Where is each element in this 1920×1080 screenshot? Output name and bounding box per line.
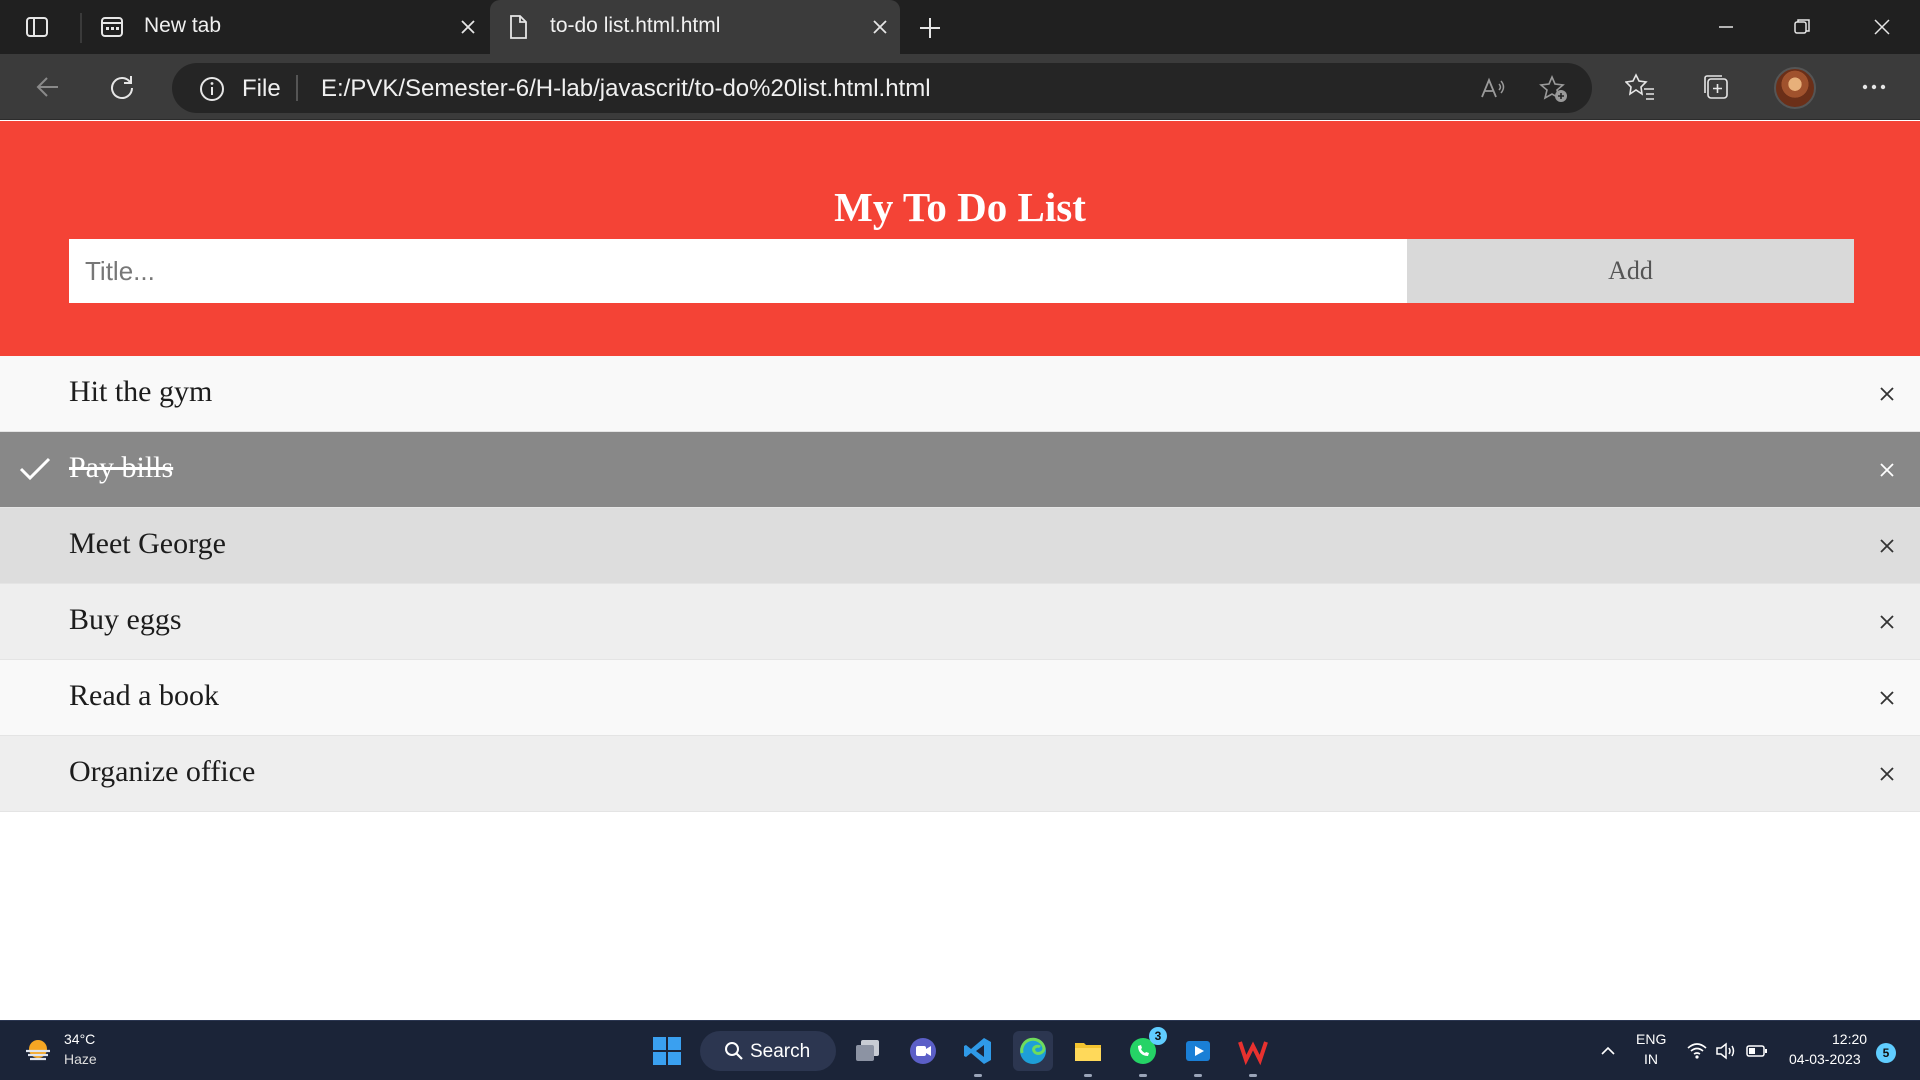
wps-office-icon[interactable] — [1233, 1031, 1273, 1077]
read-aloud-icon[interactable] — [1478, 74, 1508, 104]
taskbar-search[interactable]: Search — [700, 1031, 836, 1071]
more-menu-icon[interactable] — [1856, 69, 1892, 105]
restore-icon[interactable] — [1782, 10, 1822, 44]
weather-temperature[interactable]: 34°C — [64, 1031, 95, 1047]
list-item[interactable]: Pay bills — [0, 432, 1920, 508]
close-icon[interactable] — [866, 13, 894, 41]
address-url[interactable]: E:/PVK/Semester-6/H-lab/javascrit/to-do%… — [321, 75, 931, 103]
close-icon[interactable] — [1872, 455, 1902, 485]
close-icon[interactable] — [1872, 379, 1902, 409]
add-button[interactable]: Add — [1407, 239, 1854, 303]
todo-header: My To Do List Add — [0, 121, 1920, 356]
new-tab-plus-icon[interactable] — [914, 12, 946, 44]
todo-list: Hit the gym Pay bills Meet George Buy eg… — [0, 356, 1920, 812]
volume-icon[interactable] — [1714, 1039, 1738, 1063]
item-text: Meet George — [69, 527, 226, 560]
start-windows-icon[interactable] — [647, 1031, 687, 1071]
info-icon[interactable] — [198, 75, 226, 103]
notification-badge[interactable]: 5 — [1876, 1043, 1896, 1063]
chevron-up-icon[interactable] — [1596, 1039, 1620, 1063]
weather-haze-icon[interactable] — [22, 1035, 54, 1067]
minimize-icon[interactable] — [1706, 10, 1746, 44]
address-bar[interactable]: File E:/PVK/Semester-6/H-lab/javascrit/t… — [172, 63, 1592, 113]
language-indicator[interactable]: ENG — [1636, 1031, 1666, 1047]
item-text: Read a book — [69, 679, 219, 712]
profile-avatar[interactable] — [1774, 67, 1816, 109]
whatsapp-badge: 3 — [1149, 1027, 1167, 1045]
close-icon[interactable] — [1872, 531, 1902, 561]
wifi-icon[interactable] — [1685, 1039, 1709, 1063]
collections-icon[interactable] — [1698, 69, 1734, 105]
file-icon — [504, 13, 532, 41]
title-input[interactable] — [69, 239, 1407, 303]
item-text: Hit the gym — [69, 375, 213, 408]
list-item[interactable]: Read a book — [0, 660, 1920, 736]
tab-divider — [80, 13, 82, 43]
task-view-icon[interactable] — [848, 1031, 888, 1071]
language-region[interactable]: IN — [1644, 1051, 1658, 1067]
item-text: Pay bills — [69, 451, 174, 484]
new-tab-page-icon — [98, 13, 126, 41]
file-explorer-icon[interactable] — [1068, 1031, 1108, 1077]
window-close-icon[interactable] — [1862, 10, 1902, 44]
browser-tab-bar: New tab to-do list.html.html — [0, 0, 1920, 54]
browser-toolbar: File E:/PVK/Semester-6/H-lab/javascrit/t… — [0, 54, 1920, 120]
tab-title: New tab — [144, 14, 222, 37]
close-icon[interactable] — [1872, 607, 1902, 637]
search-label: Search — [750, 1041, 811, 1062]
page-title: My To Do List — [834, 184, 1086, 230]
tab-title: to-do list.html.html — [550, 14, 721, 37]
item-text: Organize office — [69, 755, 256, 788]
add-favorite-icon[interactable] — [1539, 74, 1569, 104]
list-item[interactable]: Meet George — [0, 508, 1920, 584]
windows-taskbar: 34°C Haze Search 3 ENG IN 12:20 04-03-20… — [0, 1020, 1920, 1080]
refresh-icon[interactable] — [104, 69, 140, 105]
back-arrow-icon[interactable] — [30, 69, 66, 105]
tab-to-do-list[interactable]: to-do list.html.html — [490, 0, 900, 54]
whatsapp-icon[interactable]: 3 — [1123, 1027, 1167, 1077]
item-text: Buy eggs — [69, 603, 182, 636]
clock-date[interactable]: 04-03-2023 — [1789, 1051, 1861, 1067]
close-icon[interactable] — [1872, 683, 1902, 713]
search-icon — [725, 1042, 743, 1060]
list-item[interactable]: Organize office — [0, 736, 1920, 812]
edge-browser-icon[interactable] — [1013, 1031, 1053, 1071]
teams-chat-icon[interactable] — [903, 1031, 943, 1071]
vscode-icon[interactable] — [958, 1031, 998, 1077]
tab-new-tab[interactable]: New tab — [84, 0, 488, 54]
address-scheme-label[interactable]: File — [242, 75, 281, 103]
media-player-icon[interactable] — [1178, 1031, 1218, 1077]
clock-time[interactable]: 12:20 — [1832, 1031, 1867, 1047]
list-item[interactable]: Buy eggs — [0, 584, 1920, 660]
battery-icon[interactable] — [1745, 1039, 1769, 1063]
list-item[interactable]: Hit the gym — [0, 356, 1920, 432]
close-icon[interactable] — [454, 13, 482, 41]
favorites-icon[interactable] — [1622, 69, 1658, 105]
tab-actions-icon[interactable] — [22, 12, 52, 42]
checkmark-icon — [19, 457, 51, 481]
close-icon[interactable] — [1872, 759, 1902, 789]
weather-condition[interactable]: Haze — [64, 1051, 97, 1067]
address-separator — [296, 75, 298, 101]
